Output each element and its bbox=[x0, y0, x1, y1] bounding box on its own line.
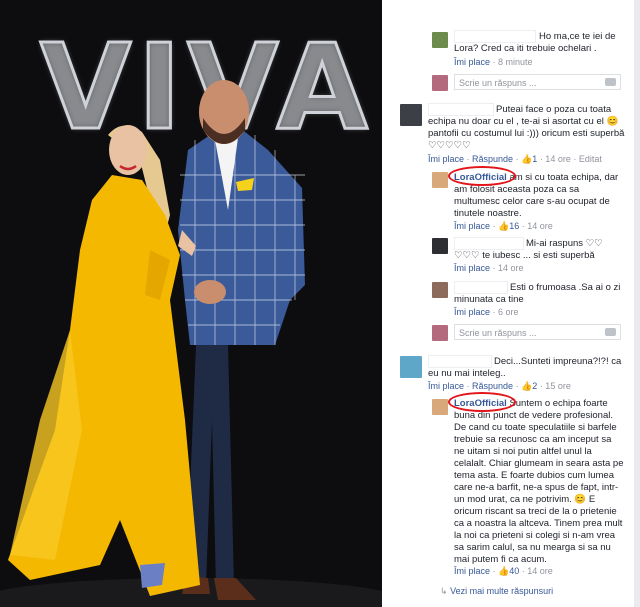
avatar[interactable] bbox=[400, 356, 422, 378]
like-link[interactable]: Îmi place bbox=[428, 154, 464, 164]
comment-text: Deci...Sunteti impreuna?!?! ca eu nu mai… bbox=[428, 356, 622, 379]
avatar[interactable] bbox=[432, 399, 448, 415]
reply-placeholder: Scrie un răspuns ... bbox=[459, 328, 537, 338]
avatar bbox=[432, 325, 448, 341]
like-link[interactable]: Îmi place bbox=[454, 221, 490, 231]
reply-input[interactable]: Scrie un răspuns ... bbox=[454, 74, 621, 90]
avatar[interactable] bbox=[432, 32, 448, 48]
comment-time[interactable]: · 15 ore bbox=[540, 381, 571, 391]
highlight-circle bbox=[448, 392, 516, 412]
avatar[interactable] bbox=[432, 172, 448, 188]
avatar[interactable] bbox=[432, 238, 448, 254]
thumbs-up-icon: 👍 bbox=[498, 221, 510, 231]
comment-meta: Îmi place · 6 ore bbox=[454, 307, 519, 317]
comment-meta: Îmi place · Răspunde · 👍2 · 15 ore bbox=[428, 381, 571, 391]
highlight-circle bbox=[448, 166, 516, 186]
scrollbar-track[interactable] bbox=[634, 0, 640, 607]
like-count[interactable]: 16 bbox=[509, 221, 519, 231]
reply-placeholder: Scrie un răspuns ... bbox=[459, 78, 537, 88]
like-count[interactable]: 1 bbox=[532, 154, 537, 164]
comment-text: Puteai face o poza cu toata echipa nu do… bbox=[428, 104, 625, 151]
like-link[interactable]: Îmi place bbox=[428, 381, 464, 391]
event-photo[interactable]: VIVA! VIVA! bbox=[0, 0, 382, 607]
comment-meta: Îmi place · 👍16 · 14 ore bbox=[454, 221, 553, 231]
more-replies-link[interactable]: Vezi mai multe răspunsuri bbox=[450, 586, 553, 596]
reply-input[interactable]: Scrie un răspuns ... bbox=[454, 324, 621, 340]
edited-label[interactable]: · Editat bbox=[573, 154, 602, 164]
comment-meta: Îmi place · 8 minute bbox=[454, 57, 533, 67]
comment-time[interactable]: · 14 ore bbox=[522, 221, 553, 231]
camera-icon[interactable] bbox=[605, 328, 616, 336]
comment-text: Ho ma,ce te iei de Lora? Cred ca iti tre… bbox=[454, 31, 616, 54]
comment-meta: Îmi place · 👍40 · 14 ore bbox=[454, 566, 553, 576]
thumbs-up-icon: 👍 bbox=[498, 566, 510, 576]
comment-time[interactable]: · 14 ore bbox=[522, 566, 553, 576]
reply-text: Mi-ai raspuns ♡♡ ♡♡♡ te iubesc ... si es… bbox=[454, 238, 603, 261]
reply-link[interactable]: Răspunde bbox=[472, 154, 513, 164]
more-replies[interactable]: ↳ Vezi mai multe răspunsuri bbox=[440, 586, 553, 597]
reply-arrow-icon: ↳ bbox=[440, 586, 448, 596]
comment-time[interactable]: · 14 ore bbox=[540, 154, 571, 164]
comments-panel: Ho ma,ce te iei de Lora? Cred ca iti tre… bbox=[382, 0, 640, 607]
like-count[interactable]: 2 bbox=[532, 381, 537, 391]
reply-link[interactable]: Răspunde bbox=[472, 381, 513, 391]
event-photo-figures bbox=[0, 80, 382, 607]
avatar[interactable] bbox=[432, 282, 448, 298]
comment-time[interactable]: · 14 ore bbox=[493, 263, 524, 273]
reply-text: Esti o frumoasa .Sa ai o zi minunata ca … bbox=[454, 282, 621, 305]
thumbs-up-icon: 👍 bbox=[521, 381, 533, 391]
like-link[interactable]: Îmi place bbox=[454, 307, 490, 317]
like-count[interactable]: 40 bbox=[509, 566, 519, 576]
like-link[interactable]: Îmi place bbox=[454, 566, 490, 576]
like-link[interactable]: Îmi place bbox=[454, 263, 490, 273]
avatar bbox=[432, 75, 448, 91]
comment-time[interactable]: · 8 minute bbox=[493, 57, 533, 67]
like-link[interactable]: Îmi place bbox=[454, 57, 490, 67]
camera-icon[interactable] bbox=[605, 78, 616, 86]
comment-time[interactable]: · 6 ore bbox=[493, 307, 519, 317]
comment-meta: Îmi place · Răspunde · 👍1 · 14 ore · Edi… bbox=[428, 154, 602, 164]
comment-meta: Îmi place · 14 ore bbox=[454, 263, 524, 273]
thumbs-up-icon: 👍 bbox=[521, 154, 533, 164]
reply-body: Suntem o echipa foarte buna din punct de… bbox=[454, 398, 624, 565]
reply-text: LoraOfficial Suntem o echipa foarte buna… bbox=[454, 398, 624, 566]
avatar[interactable] bbox=[400, 104, 422, 126]
